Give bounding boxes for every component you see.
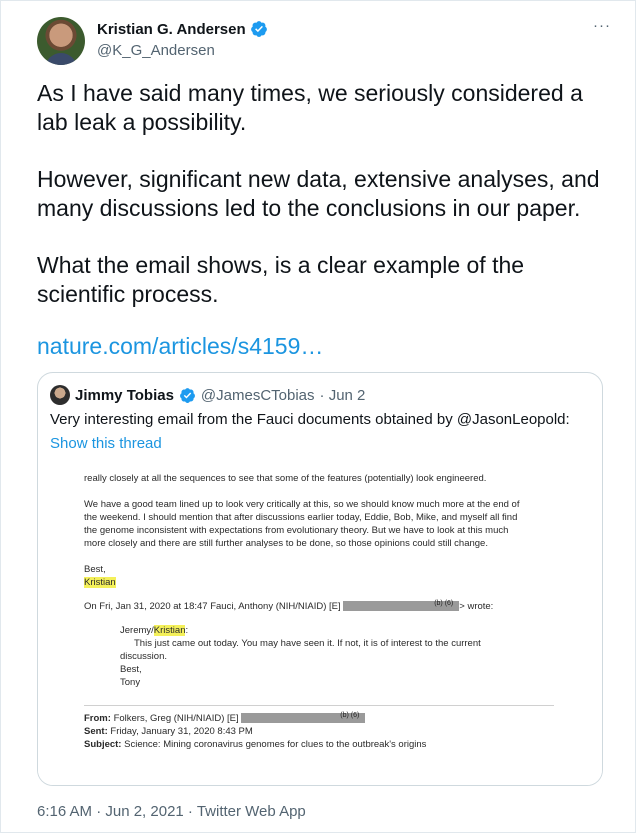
redaction-code: (b) (6) — [434, 600, 454, 608]
sent-label: Sent: — [84, 726, 108, 737]
highlighted-name: Kristian — [84, 577, 116, 588]
email-line: We have a good team lined up to look ver… — [84, 499, 520, 510]
show-thread-link[interactable]: Show this thread — [50, 435, 162, 452]
author-avatar[interactable] — [37, 17, 85, 65]
subject-label: Subject: — [84, 739, 122, 750]
quoted-author-handle: @JamesCTobias — [200, 386, 315, 404]
email-signoff: Best, — [84, 564, 106, 575]
email-line: This just came out today. You may have s… — [134, 638, 481, 649]
reply-header-text: On Fri, Jan 31, 2020 at 18:47 Fauci, Ant… — [84, 601, 341, 612]
sent-value: Friday, January 31, 2020 8:43 PM — [110, 726, 253, 737]
tweet-paragraph-3: What the email shows, is a clear example… — [37, 252, 525, 307]
author-display-name[interactable]: Kristian G. Andersen — [97, 21, 246, 38]
tweet-header: Kristian G. Andersen @K_G_Andersen ··· — [37, 15, 615, 65]
quoted-tweet-header: Jimmy Tobias @JamesCTobias · Jun 2 — [50, 385, 365, 405]
email-line: Tony — [120, 677, 141, 688]
author-name-line[interactable]: Kristian G. Andersen — [97, 20, 268, 38]
email-document-image: really closely at all the sequences to s… — [38, 463, 602, 785]
redaction-box: (b) (6) — [241, 712, 366, 724]
email-divider — [84, 705, 554, 706]
quoted-author-name: Jimmy Tobias — [75, 386, 174, 404]
quoted-tweet-text: Very interesting email from the Fauci do… — [50, 411, 570, 428]
tweet-card: Kristian G. Andersen @K_G_Andersen ··· A… — [0, 0, 636, 833]
tweet-paragraph-1: As I have said many times, we seriously … — [37, 80, 583, 135]
tweet-timestamp[interactable]: 6:16 AM · Jun 2, 2021 · Twitter Web App — [37, 803, 306, 820]
redaction-box: (b) (6) — [343, 600, 460, 612]
verified-badge-icon — [250, 21, 267, 37]
from-value: Folkers, Greg (NIH/NIAID) [E] — [113, 713, 239, 724]
email-line: Best, — [120, 664, 142, 675]
email-line: the genome inconsistent with expectation… — [84, 525, 509, 536]
email-line: really closely at all the sequences to s… — [84, 473, 487, 484]
email-greeting: Jeremy/Kristian: — [120, 625, 188, 636]
author-handle[interactable]: @K_G_Andersen — [97, 42, 215, 59]
subject-value: Science: Mining coronavirus genomes for … — [124, 739, 427, 750]
email-sent-row: Sent: Friday, January 31, 2020 8:43 PM — [84, 726, 253, 737]
reply-wrote: > wrote: — [459, 601, 494, 612]
email-from-row: From: Folkers, Greg (NIH/NIAID) [E] (b) … — [84, 712, 366, 724]
highlighted-name: Kristian — [153, 625, 186, 636]
email-line: the weekend. I should mention that after… — [84, 512, 518, 523]
quoted-tweet[interactable]: Jimmy Tobias @JamesCTobias · Jun 2 Very … — [37, 372, 603, 786]
quoted-tweet-date: · Jun 2 — [319, 386, 366, 404]
quoted-verified-badge-icon — [179, 387, 195, 403]
from-label: From: — [84, 713, 111, 724]
greeting-name: Jeremy/ — [120, 625, 154, 636]
redaction-code: (b) (6) — [340, 712, 360, 720]
quoted-author-avatar — [50, 385, 70, 405]
article-link[interactable]: nature.com/articles/s4159… — [37, 333, 323, 360]
tweet-body: As I have said many times, we seriously … — [37, 79, 607, 309]
email-line: discussion. — [120, 651, 167, 662]
email-subject-row: Subject: Science: Mining coronavirus gen… — [84, 739, 426, 750]
tweet-paragraph-2: However, significant new data, extensive… — [37, 166, 600, 221]
greeting-colon: : — [185, 625, 189, 636]
email-signature: Kristian — [84, 577, 116, 588]
email-reply-header: On Fri, Jan 31, 2020 at 18:47 Fauci, Ant… — [84, 600, 494, 612]
email-line: more closely and there are still further… — [84, 538, 488, 549]
more-options-icon[interactable]: ··· — [593, 17, 611, 34]
